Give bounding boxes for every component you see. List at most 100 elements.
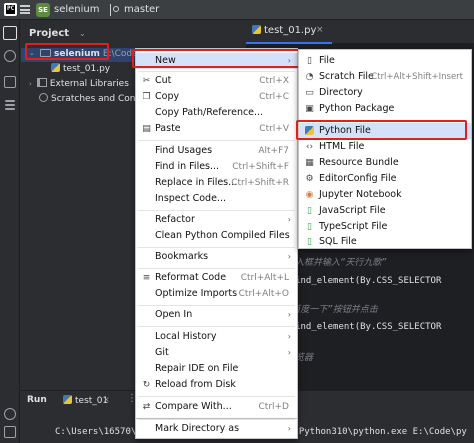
menu-item-refactor[interactable]: Refactor › xyxy=(136,212,297,228)
tree-item-external-libraries[interactable]: › External Libraries xyxy=(29,78,129,92)
project-badge[interactable]: SE xyxy=(36,3,50,17)
menu-item-new[interactable]: New › xyxy=(136,53,297,69)
menu-item-label: Find in Files... xyxy=(155,161,220,172)
close-icon[interactable]: × xyxy=(103,395,110,404)
submenu-item-label: File xyxy=(319,55,335,66)
more-tools-icon[interactable] xyxy=(5,100,15,102)
menu-item-clean-compiled[interactable]: Clean Python Compiled Files xyxy=(136,228,297,244)
reload-icon: ↻ xyxy=(142,380,151,390)
menu-item-label: Compare With... xyxy=(155,401,232,412)
run-tab[interactable]: test_01 xyxy=(63,395,108,406)
submenu-item-scratch-file[interactable]: ◔ Scratch File Ctrl+Alt+Shift+Insert xyxy=(299,69,471,85)
menu-item-copy-path[interactable]: Copy Path/Reference... xyxy=(136,105,297,121)
menu-item-git[interactable]: Git › xyxy=(136,345,297,361)
menu-item-label: Local History xyxy=(155,331,217,342)
submenu-item-jupyter[interactable]: ◉ Jupyter Notebook xyxy=(299,187,471,203)
menu-separator xyxy=(138,268,295,269)
submenu-item-javascript[interactable]: ▯ JavaScript File xyxy=(299,203,471,219)
menu-item-label: Repair IDE on File xyxy=(155,363,239,374)
submenu-item-python-package[interactable]: ▣ Python Package xyxy=(299,101,471,117)
chevron-right-icon: › xyxy=(287,56,291,65)
chevron-right-icon: › xyxy=(287,424,291,433)
reformat-icon: ≡ xyxy=(142,273,151,283)
menu-item-shortcut: Ctrl+Alt+L xyxy=(240,273,289,283)
menu-item-bookmarks[interactable]: Bookmarks › xyxy=(136,249,297,265)
submenu-item-typescript[interactable]: ▯ TypeScript File xyxy=(299,219,471,235)
python-console-icon[interactable] xyxy=(4,408,16,420)
menu-item-compare-with[interactable]: ⇄ Compare With... Ctrl+D xyxy=(136,399,297,415)
project-folder-icon[interactable] xyxy=(3,26,17,40)
tree-item-file[interactable]: test_01.py xyxy=(51,63,110,77)
folder-icon: ▭ xyxy=(305,88,314,98)
compare-icon: ⇄ xyxy=(142,402,151,412)
menu-item-repair-ide[interactable]: Repair IDE on File xyxy=(136,361,297,377)
submenu-item-editorconfig[interactable]: ⚙ EditorConfig File xyxy=(299,171,471,187)
project-pane-title[interactable]: Project xyxy=(29,28,69,39)
resource-bundle-icon: ▦ xyxy=(305,158,314,168)
menu-item-shortcut: Ctrl+V xyxy=(259,124,289,134)
submenu-item-label: Resource Bundle xyxy=(319,157,399,168)
structure-icon[interactable] xyxy=(4,76,16,88)
menu-item-label: Replace in Files... xyxy=(155,177,238,188)
menu-item-label: New xyxy=(155,55,176,66)
menu-item-label: Refactor xyxy=(155,214,195,225)
chevron-right-icon: › xyxy=(287,252,291,261)
main-menu-icon[interactable] xyxy=(20,5,30,14)
tab-test-01[interactable]: test_01.py xyxy=(252,25,316,36)
menu-item-reload-from-disk[interactable]: ↻ Reload from Disk xyxy=(136,377,297,393)
python-file-icon xyxy=(304,126,315,137)
menu-item-replace-in-files[interactable]: Replace in Files... Ctrl+Shift+R xyxy=(136,175,297,191)
menu-item-open-in[interactable]: Open In › xyxy=(136,307,297,323)
python-file-icon xyxy=(51,63,60,72)
context-menu-bottom: Mark Directory as › xyxy=(135,419,298,439)
html-file-icon: ‹› xyxy=(305,142,314,152)
menu-item-reformat-code[interactable]: ≡ Reformat Code Ctrl+Alt+L xyxy=(136,270,297,286)
menu-item-find-in-files[interactable]: Find in Files... Ctrl+Shift+F xyxy=(136,159,297,175)
chevron-down-icon[interactable]: ⌄ xyxy=(29,49,35,57)
submenu-item-python-file[interactable]: Python File xyxy=(299,123,471,139)
editorconfig-icon: ⚙ xyxy=(305,174,314,184)
javascript-file-icon: ▯ xyxy=(307,206,312,216)
run-title[interactable]: Run xyxy=(27,395,47,405)
commit-icon[interactable] xyxy=(4,50,16,62)
menu-item-optimize-imports[interactable]: Optimize Imports Ctrl+Alt+O xyxy=(136,286,297,302)
file-icon: ▯ xyxy=(307,56,312,66)
terminal-icon[interactable] xyxy=(4,426,16,438)
jupyter-icon: ◉ xyxy=(305,190,314,200)
copy-icon: ❐ xyxy=(142,92,151,102)
typescript-file-icon: ▯ xyxy=(307,222,312,232)
title-bar: PC SE selenium master xyxy=(0,0,474,20)
submenu-item-sql[interactable]: ▯ SQL File xyxy=(299,235,471,249)
submenu-item-resource-bundle[interactable]: ▦ Resource Bundle xyxy=(299,155,471,171)
branch-switcher[interactable]: master xyxy=(124,4,159,15)
chevron-down-icon[interactable]: ⌄ xyxy=(79,29,86,38)
tab-label: test_01.py xyxy=(264,25,317,36)
menu-item-mark-directory[interactable]: Mark Directory as › xyxy=(136,421,297,437)
menu-item-paste[interactable]: ▤ Paste Ctrl+V xyxy=(136,121,297,137)
submenu-item-label: TypeScript File xyxy=(319,221,388,232)
menu-item-find-usages[interactable]: Find Usages Alt+F7 xyxy=(136,143,297,159)
git-branch-icon xyxy=(110,4,119,16)
menu-item-local-history[interactable]: Local History › xyxy=(136,329,297,345)
package-icon: ▣ xyxy=(305,104,314,114)
project-switcher[interactable]: selenium xyxy=(54,4,100,15)
menu-item-inspect-code[interactable]: Inspect Code... xyxy=(136,191,297,207)
scratches-icon xyxy=(39,93,48,102)
menu-item-copy[interactable]: ❐ Copy Ctrl+C xyxy=(136,89,297,105)
close-icon[interactable]: × xyxy=(316,25,324,35)
menu-item-shortcut: Ctrl+D xyxy=(258,402,290,412)
submenu-item-directory[interactable]: ▭ Directory xyxy=(299,85,471,101)
active-tab-indicator xyxy=(246,42,332,44)
submenu-item-html-file[interactable]: ‹› HTML File xyxy=(299,139,471,155)
menu-item-cut[interactable]: ✂ Cut Ctrl+X xyxy=(136,73,297,89)
pycharm-logo-icon[interactable]: PC xyxy=(4,3,17,16)
menu-item-label: Open In xyxy=(155,309,193,320)
submenu-item-file[interactable]: ▯ File xyxy=(299,53,471,69)
menu-separator xyxy=(138,326,295,327)
chevron-right-icon[interactable]: › xyxy=(29,80,32,88)
editor-tab-bar: test_01.py × xyxy=(246,20,474,44)
menu-item-shortcut: Ctrl+Shift+F xyxy=(232,162,289,172)
menu-item-label: Copy xyxy=(155,91,180,102)
file-name: test_01.py xyxy=(63,64,111,74)
menu-item-shortcut: Ctrl+Alt+O xyxy=(238,289,289,299)
